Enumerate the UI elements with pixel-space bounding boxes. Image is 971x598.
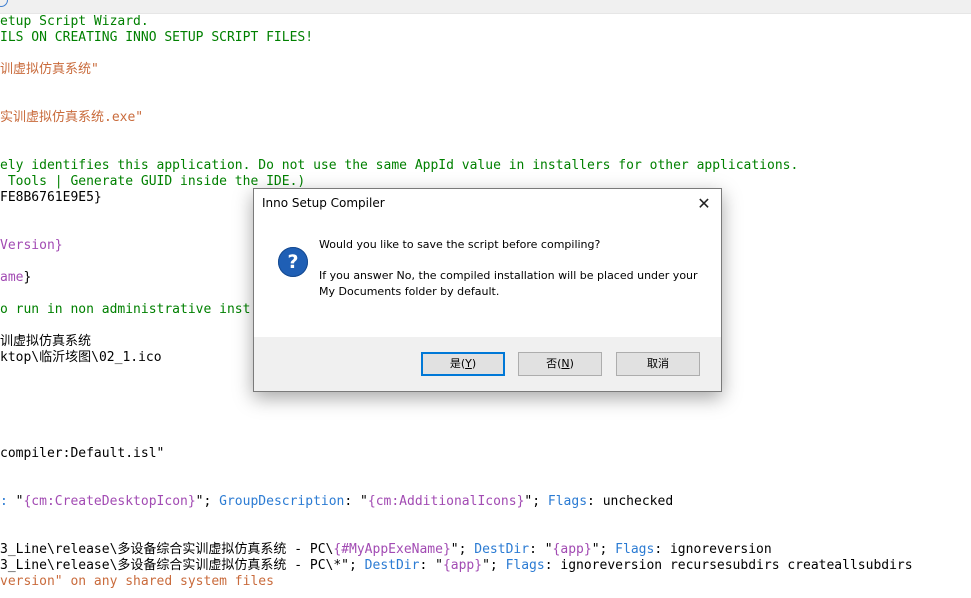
code-token: Flags	[547, 494, 588, 509]
code-token: DestDir	[364, 558, 420, 573]
code-line: ILS ON CREATING INNO SETUP SCRIPT FILES!	[0, 30, 313, 46]
code-token: {app}	[552, 542, 592, 557]
code-token: GroupDescription	[219, 494, 345, 509]
code-token: ";	[591, 542, 616, 557]
yes-button[interactable]: 是(Y)	[421, 352, 505, 376]
dialog-button-bar: 是(Y) 否(N) 取消	[254, 337, 721, 391]
code-line: 3_Line\release\多设备综合实训虚拟仿真系统 - PC\*"; De…	[0, 558, 913, 574]
code-token: 训虚拟仿真系统	[0, 334, 92, 349]
code-token: ktop\临沂垓图\02_1.ico	[0, 350, 162, 365]
code-token: Version}	[0, 238, 63, 253]
code-token: compiler:Default.isl"	[0, 446, 165, 461]
code-token: :	[0, 494, 16, 509]
code-token: 训虚拟仿真系统"	[0, 62, 99, 77]
no-button[interactable]: 否(N)	[518, 352, 602, 376]
code-token: FE8B6761E9E5}	[0, 190, 102, 205]
yes-button-accel: Y	[465, 357, 472, 370]
dialog-body: ? Would you like to save the script befo…	[254, 219, 721, 337]
code-token: o run in non administrative inst	[0, 302, 251, 317]
question-icon: ?	[278, 247, 308, 277]
code-token: ";	[195, 494, 220, 509]
save-prompt-dialog: Inno Setup Compiler ✕ ? Would you like t…	[253, 188, 722, 392]
code-line: 训虚拟仿真系统"	[0, 62, 99, 78]
code-token: }	[23, 270, 32, 285]
code-line: 训虚拟仿真系统	[0, 334, 91, 350]
code-line: 实训虚拟仿真系统.exe"	[0, 110, 143, 126]
code-token: ILS ON CREATING INNO SETUP SCRIPT FILES!	[0, 30, 314, 45]
code-line: o run in non administrative inst	[0, 302, 250, 318]
code-token: ";	[450, 542, 475, 557]
code-line: Version}	[0, 238, 63, 254]
code-token: {cm:AdditionalIcons}	[367, 494, 525, 509]
code-line: FE8B6761E9E5}	[0, 190, 102, 206]
info-text-line1: If you answer No, the compiled installat…	[319, 269, 698, 282]
code-token: : "	[419, 558, 443, 573]
code-token: ";	[482, 558, 506, 573]
code-line: ame}	[0, 270, 31, 286]
code-token: ";	[524, 494, 548, 509]
code-line: version" on any shared system files	[0, 574, 274, 590]
no-button-paren: )	[569, 357, 574, 370]
code-line: ely identifies this application. Do not …	[0, 158, 798, 174]
code-token: Flags	[615, 542, 655, 557]
code-token: Tools | Generate GUID inside the IDE.)	[0, 174, 306, 189]
code-token: version" on any shared system files	[0, 574, 274, 589]
code-token: : ignoreversion	[654, 542, 772, 557]
code-token: : unchecked	[587, 494, 674, 509]
code-line: ktop\临沂垓图\02_1.ico	[0, 350, 162, 366]
code-token: etup Script Wizard.	[0, 14, 149, 29]
info-text-line2: My Documents folder by default.	[319, 285, 500, 298]
code-token: : "	[344, 494, 368, 509]
cancel-button[interactable]: 取消	[616, 352, 700, 376]
code-token: 3_Line\release\多设备综合实训虚拟仿真系统 - PC\	[0, 542, 334, 557]
code-token: 实训虚拟仿真系统.exe"	[0, 110, 144, 125]
no-button-label: 否(	[546, 357, 562, 370]
code-line: 3_Line\release\多设备综合实训虚拟仿真系统 - PC\{#MyAp…	[0, 542, 772, 558]
code-token: {#MyAppExeName}	[333, 542, 451, 557]
code-line: etup Script Wizard.	[0, 14, 149, 30]
code-token: ame	[0, 270, 24, 285]
code-line: compiler:Default.isl"	[0, 446, 164, 462]
code-token: ely identifies this application. Do not …	[0, 158, 799, 173]
app-icon	[0, 0, 8, 7]
dialog-title: Inno Setup Compiler	[262, 196, 385, 210]
code-token: {app}	[442, 558, 483, 573]
cancel-button-label: 取消	[647, 357, 669, 370]
code-token: : ignoreversion recursesubdirs createall…	[544, 558, 913, 573]
yes-button-paren: )	[471, 357, 477, 370]
code-token: : "	[529, 542, 553, 557]
code-token: {cm:CreateDesktopIcon}	[23, 494, 196, 509]
question-text: Would you like to save the script before…	[319, 238, 601, 251]
code-line: : "{cm:CreateDesktopIcon}"; GroupDescrip…	[0, 494, 673, 510]
no-button-accel: N	[561, 357, 570, 370]
code-token: DestDir	[474, 542, 530, 557]
code-token: Flags	[505, 558, 545, 573]
code-token: 3_Line\release\多设备综合实训虚拟仿真系统 - PC\*";	[0, 558, 365, 573]
title-bar-strip	[0, 0, 971, 14]
close-icon[interactable]: ✕	[687, 189, 721, 219]
yes-button-label: 是(	[449, 357, 466, 370]
dialog-title-bar[interactable]: Inno Setup Compiler ✕	[254, 189, 721, 219]
